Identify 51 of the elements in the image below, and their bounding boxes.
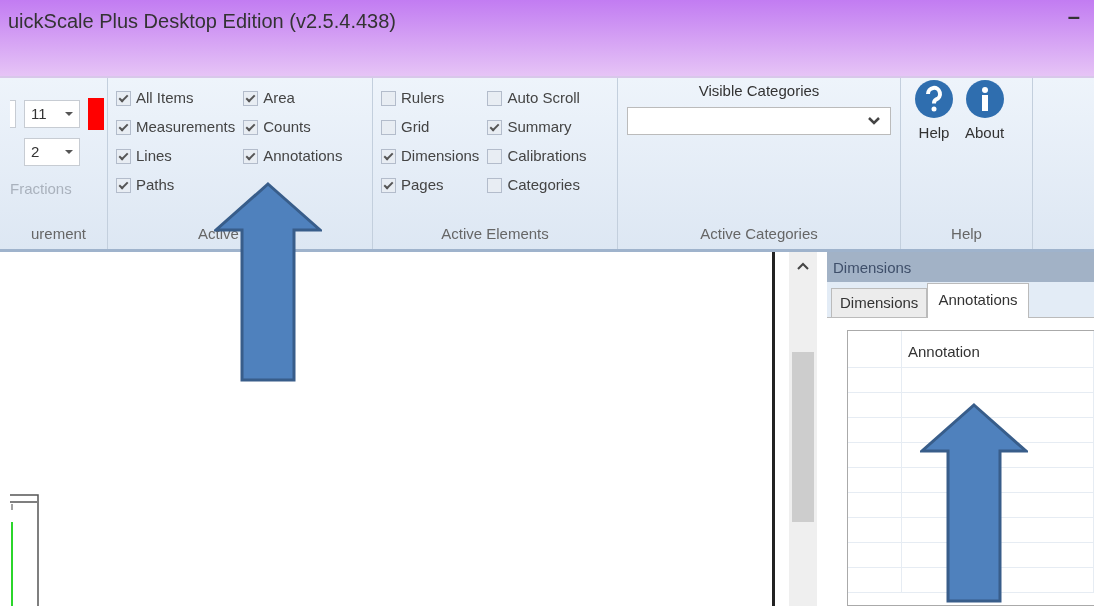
caret-icon <box>65 150 73 154</box>
checkbox[interactable]: Annotations <box>243 142 343 171</box>
checkbox[interactable]: Paths <box>116 171 175 200</box>
minimize-button[interactable]: – <box>1067 6 1080 28</box>
checkbox[interactable]: Grid <box>381 113 430 142</box>
group-label: urement <box>30 224 87 244</box>
color-swatch[interactable] <box>88 98 104 130</box>
number-field[interactable] <box>10 100 16 128</box>
row-header-cell[interactable] <box>848 418 902 443</box>
scrollbar-thumb[interactable] <box>792 352 814 522</box>
window-title: uickScale Plus Desktop Edition (v2.5.4.438) <box>8 9 396 34</box>
checkbox[interactable]: All Items <box>116 84 194 113</box>
categories-dropdown[interactable] <box>627 106 891 135</box>
caret-icon <box>65 112 73 116</box>
scroll-up-icon[interactable] <box>797 262 809 270</box>
number-dropdown[interactable]: 11 <box>24 100 80 128</box>
row-header-cell[interactable] <box>848 493 902 518</box>
fractions-label: Fractions <box>10 179 73 199</box>
checkbox[interactable]: Lines <box>116 142 172 171</box>
checkbox[interactable]: Pages <box>381 171 444 200</box>
field-label: Visible Categories <box>698 81 820 101</box>
checkbox[interactable]: Auto Scroll <box>487 84 580 113</box>
row-header-cell[interactable] <box>848 543 902 568</box>
row-header-cell[interactable] <box>848 468 902 493</box>
row-header-cell[interactable] <box>848 368 902 393</box>
tab[interactable]: Dimensions <box>831 287 928 317</box>
group-label: Active Elements <box>440 224 550 244</box>
checkbox[interactable]: Area <box>243 84 295 113</box>
checkbox[interactable]: Measurements <box>116 113 236 142</box>
row-header-cell[interactable] <box>848 518 902 543</box>
chevron-icon <box>868 116 880 125</box>
checkbox[interactable]: Categories <box>487 171 580 200</box>
column-header: Annotation <box>902 331 1094 368</box>
checkbox[interactable]: Counts <box>243 113 311 142</box>
row-header-cell[interactable] <box>848 393 902 418</box>
checkbox[interactable]: Dimensions <box>381 142 480 171</box>
checkbox[interactable]: Rulers <box>381 84 445 113</box>
group-label: Help <box>950 224 983 244</box>
corner-header-cell <box>848 331 902 368</box>
panel-title: Dimensions <box>827 252 1094 282</box>
group-label: Active Categories <box>699 224 819 244</box>
about-button[interactable]: About <box>959 80 1011 223</box>
row-header-cell[interactable] <box>848 443 902 468</box>
info-icon <box>965 80 1004 118</box>
question-icon <box>915 80 953 118</box>
checkbox[interactable]: Summary <box>487 113 572 142</box>
tab[interactable]: Annotations <box>927 282 1029 318</box>
number-dropdown[interactable]: 2 <box>24 138 80 166</box>
row-header-cell[interactable] <box>848 568 902 593</box>
help-button[interactable]: Help <box>909 80 959 223</box>
checkbox[interactable]: Calibrations <box>487 142 587 171</box>
